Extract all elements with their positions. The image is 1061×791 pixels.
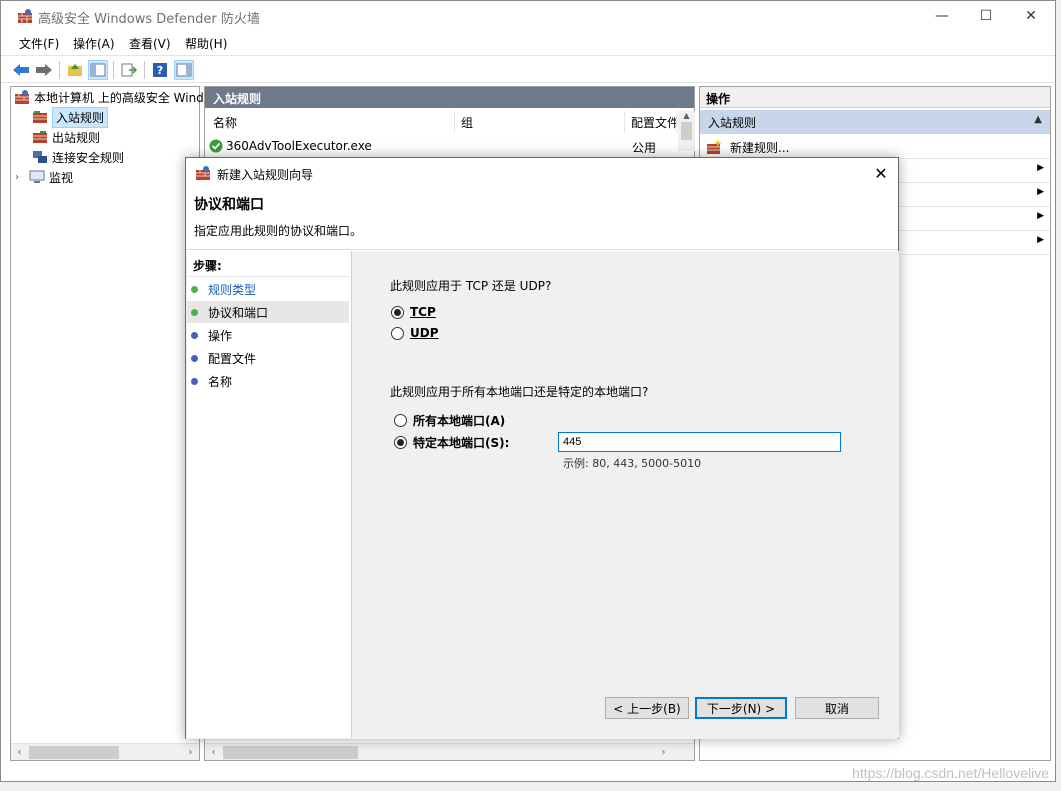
radio-udp[interactable]: UDP xyxy=(391,326,439,340)
rules-pane-header: 入站规则 xyxy=(205,87,694,108)
expand-chevron-icon[interactable]: › xyxy=(15,172,29,183)
monitoring-icon xyxy=(29,170,45,183)
back-arrow-icon[interactable] xyxy=(11,60,31,80)
toolbar: ? xyxy=(1,55,1055,83)
export-list-icon[interactable] xyxy=(119,60,139,80)
help-icon[interactable]: ? xyxy=(150,60,170,80)
menu-action[interactable]: 操作(A) xyxy=(73,35,115,52)
steps-title: 步骤: xyxy=(193,259,222,273)
forward-arrow-icon[interactable] xyxy=(34,60,54,80)
radio-all-local-ports[interactable]: 所有本地端口(A) xyxy=(394,412,505,429)
radio-unselected-icon xyxy=(394,414,407,427)
firewall-app-icon xyxy=(18,9,32,23)
menu-help[interactable]: 帮助(H) xyxy=(185,35,227,52)
tree-item-inbound-rules[interactable]: 入站规则 xyxy=(32,106,109,128)
actions-header: 操作 xyxy=(700,87,1050,108)
step-status-dot xyxy=(191,285,198,293)
title-bar: 高级安全 Windows Defender 防火墙 — ☐ ✕ xyxy=(1,1,1055,31)
rules-horizontal-scrollbar[interactable]: ‹ › xyxy=(205,743,694,760)
scroll-right-icon[interactable]: › xyxy=(655,744,672,761)
submenu-arrow-icon: ▶ xyxy=(1037,187,1044,197)
step-rule-type[interactable]: 规则类型 xyxy=(187,278,349,300)
specific-ports-input[interactable] xyxy=(558,432,841,452)
watermark: https://blog.csdn.net/Hellovelive xyxy=(852,765,1049,781)
dialog-title-bar: 新建入站规则向导 ✕ xyxy=(186,158,898,188)
rule-profile: 公用 xyxy=(632,141,657,155)
column-header-profile[interactable]: 配置文件 xyxy=(625,111,677,133)
menu-bar: 文件(F) 操作(A) 查看(V) 帮助(H) xyxy=(1,32,1055,54)
close-button[interactable]: ✕ xyxy=(1008,1,1054,31)
scroll-thumb[interactable] xyxy=(29,746,119,759)
tree-horizontal-scrollbar[interactable]: ‹ › xyxy=(11,743,199,760)
up-folder-icon[interactable] xyxy=(65,60,85,80)
submenu-arrow-icon: ▶ xyxy=(1037,163,1044,173)
next-button[interactable]: 下一步(N) > xyxy=(695,697,787,719)
back-button[interactable]: < 上一步(B) xyxy=(605,697,689,719)
submenu-arrow-icon: ▶ xyxy=(1037,235,1044,245)
firewall-app-icon xyxy=(196,166,210,180)
window-title: 高级安全 Windows Defender 防火墙 xyxy=(38,12,260,27)
tree-pane: 本地计算机 上的高级安全 Wind 入站规则 出站规则 连接安全规则 › 监视 … xyxy=(10,86,204,761)
radio-unselected-icon xyxy=(391,326,404,340)
tree-item-outbound-rules[interactable]: 出站规则 xyxy=(32,127,100,147)
radio-specific-local-ports[interactable]: 特定本地端口(S): xyxy=(394,434,509,451)
step-status-dot xyxy=(191,354,198,362)
wizard-content: 此规则应用于 TCP 还是 UDP? TCP UDP 此规则应用于所有本地端口还… xyxy=(354,251,899,738)
steps-panel: 步骤: 规则类型 协议和端口 操作 配置文件 名称 xyxy=(187,251,352,738)
new-rule-icon xyxy=(707,139,722,154)
menu-file[interactable]: 文件(F) xyxy=(19,35,59,52)
firewall-icon xyxy=(15,90,29,104)
submenu-arrow-icon: ▶ xyxy=(1037,211,1044,221)
maximize-button[interactable]: ☐ xyxy=(963,1,1009,31)
outbound-rules-icon xyxy=(33,131,47,143)
step-status-dot xyxy=(191,331,198,339)
page-title: 协议和端口 xyxy=(194,197,264,213)
table-row[interactable]: 360AdvToolExecutor.exe xyxy=(209,136,372,156)
step-protocol-port[interactable]: 协议和端口 xyxy=(187,301,349,323)
scroll-left-icon[interactable]: ‹ xyxy=(11,744,28,761)
menu-view[interactable]: 查看(V) xyxy=(129,35,171,52)
step-status-dot xyxy=(191,377,198,385)
tree-item-monitoring[interactable]: › 监视 xyxy=(15,167,73,187)
svg-text:?: ? xyxy=(157,64,163,77)
show-tree-icon[interactable] xyxy=(88,60,108,80)
minimize-button[interactable]: — xyxy=(919,1,965,31)
vertical-scrollbar[interactable]: ▲ xyxy=(678,111,695,151)
tree-item-connection-security-rules[interactable]: 连接安全规则 xyxy=(32,147,124,167)
radio-tcp[interactable]: TCP xyxy=(391,305,436,319)
scroll-right-icon[interactable]: › xyxy=(182,744,199,761)
collapse-up-icon[interactable]: ▲ xyxy=(1034,114,1042,125)
action-new-rule[interactable]: 新建规则... xyxy=(700,135,1050,159)
protocol-question: 此规则应用于 TCP 还是 UDP? xyxy=(390,279,552,293)
rule-name: 360AdvToolExecutor.exe xyxy=(226,139,372,153)
step-status-dot xyxy=(191,308,198,316)
connection-security-icon xyxy=(33,151,47,163)
dialog-header: 协议和端口 指定应用此规则的协议和端口。 xyxy=(186,188,898,250)
step-profile: 配置文件 xyxy=(187,347,349,369)
enabled-check-icon xyxy=(209,139,223,153)
radio-selected-icon xyxy=(394,436,407,449)
dialog-body: 步骤: 规则类型 协议和端口 操作 配置文件 名称 此规则应用于 TCP 还是 … xyxy=(186,251,899,739)
inbound-rules-icon xyxy=(33,111,47,123)
page-subtitle: 指定应用此规则的协议和端口。 xyxy=(194,224,363,238)
step-action: 操作 xyxy=(187,324,349,346)
new-inbound-rule-wizard: 新建入站规则向导 ✕ 协议和端口 指定应用此规则的协议和端口。 步骤: 规则类型… xyxy=(185,157,899,739)
port-example-hint: 示例: 80, 443, 5000-5010 xyxy=(563,457,702,470)
desktop-background xyxy=(0,782,1061,791)
cancel-button[interactable]: 取消 xyxy=(795,697,879,719)
tree-root[interactable]: 本地计算机 上的高级安全 Wind xyxy=(14,87,204,107)
dialog-title: 新建入站规则向导 xyxy=(217,168,314,182)
column-header-group[interactable]: 组 xyxy=(455,111,625,133)
scroll-left-icon[interactable]: ‹ xyxy=(205,744,222,761)
scroll-up-icon[interactable]: ▲ xyxy=(678,111,695,120)
column-header-name[interactable]: 名称 xyxy=(207,111,455,133)
radio-selected-icon xyxy=(391,305,404,319)
scroll-thumb[interactable] xyxy=(223,746,358,759)
dialog-close-button[interactable]: ✕ xyxy=(864,158,898,188)
actions-section-inbound[interactable]: 入站规则 ▲ xyxy=(700,110,1050,134)
show-action-pane-icon[interactable] xyxy=(174,60,194,80)
step-name: 名称 xyxy=(187,370,349,392)
port-question: 此规则应用于所有本地端口还是特定的本地端口? xyxy=(390,385,649,399)
